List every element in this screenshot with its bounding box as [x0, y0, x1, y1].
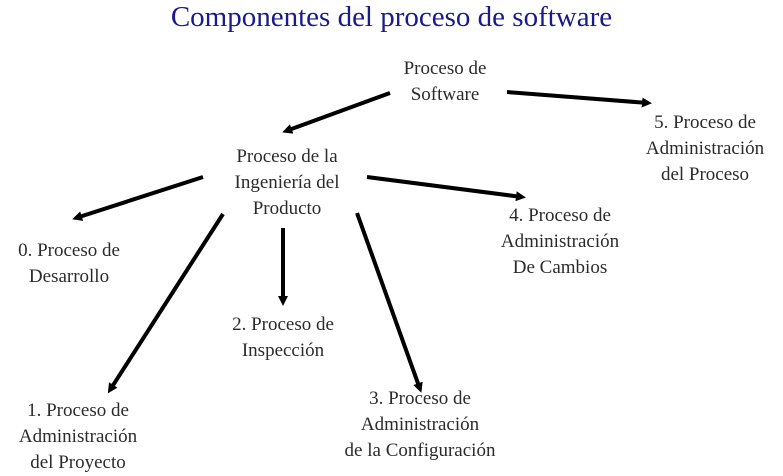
node-line: 5. Proceso de [654, 112, 756, 133]
node-administracion-configuracion: 3. Proceso de Administración de la Confi… [320, 386, 520, 464]
arrow-root-ingenieria [282, 91, 391, 134]
node-line: 4. Proceso de [509, 205, 611, 226]
node-line: de la Configuración [344, 440, 496, 461]
node-line: Inspección [241, 340, 325, 361]
arrow-ingenieria-p0 [72, 175, 204, 221]
node-ingenieria-producto: Proceso de la Ingeniería del Producto [205, 144, 369, 222]
node-line: Administración [645, 138, 765, 159]
node-administracion-proyecto: 1. Proceso de Administración del Proyect… [0, 398, 156, 476]
node-administracion-cambios: 4. Proceso de Administración De Cambios [480, 203, 640, 281]
node-proceso-desarrollo: 0. Proceso de Desarrollo [0, 238, 138, 290]
node-administracion-proceso: 5. Proceso de Administración del Proceso [628, 110, 782, 188]
node-line: Producto [252, 198, 322, 219]
arrow-root-p5 [506, 90, 652, 108]
arrow-ingenieria-p3 [355, 212, 423, 393]
node-line: Desarrollo [28, 266, 110, 287]
node-proceso-software: Proceso de Software [380, 56, 510, 108]
node-line: Proceso de la [236, 146, 338, 167]
node-proceso-inspeccion: 2. Proceso de Inspección [213, 312, 353, 364]
node-line: 3. Proceso de [369, 388, 471, 409]
node-line: 0. Proceso de [18, 240, 120, 261]
node-line: del Proceso [660, 164, 750, 185]
node-line: 1. Proceso de [27, 400, 129, 421]
node-line: del Proyecto [30, 452, 126, 473]
node-line: 2. Proceso de [232, 314, 334, 335]
node-line: De Cambios [512, 257, 608, 278]
node-line: Software [410, 84, 480, 105]
node-line: Ingeniería del [234, 172, 340, 193]
node-line: Proceso de [403, 58, 487, 79]
node-line: Administración [500, 231, 620, 252]
arrow-ingenieria-p4 [366, 175, 526, 202]
node-line: Administración [18, 426, 138, 447]
node-line: Administración [360, 414, 480, 435]
